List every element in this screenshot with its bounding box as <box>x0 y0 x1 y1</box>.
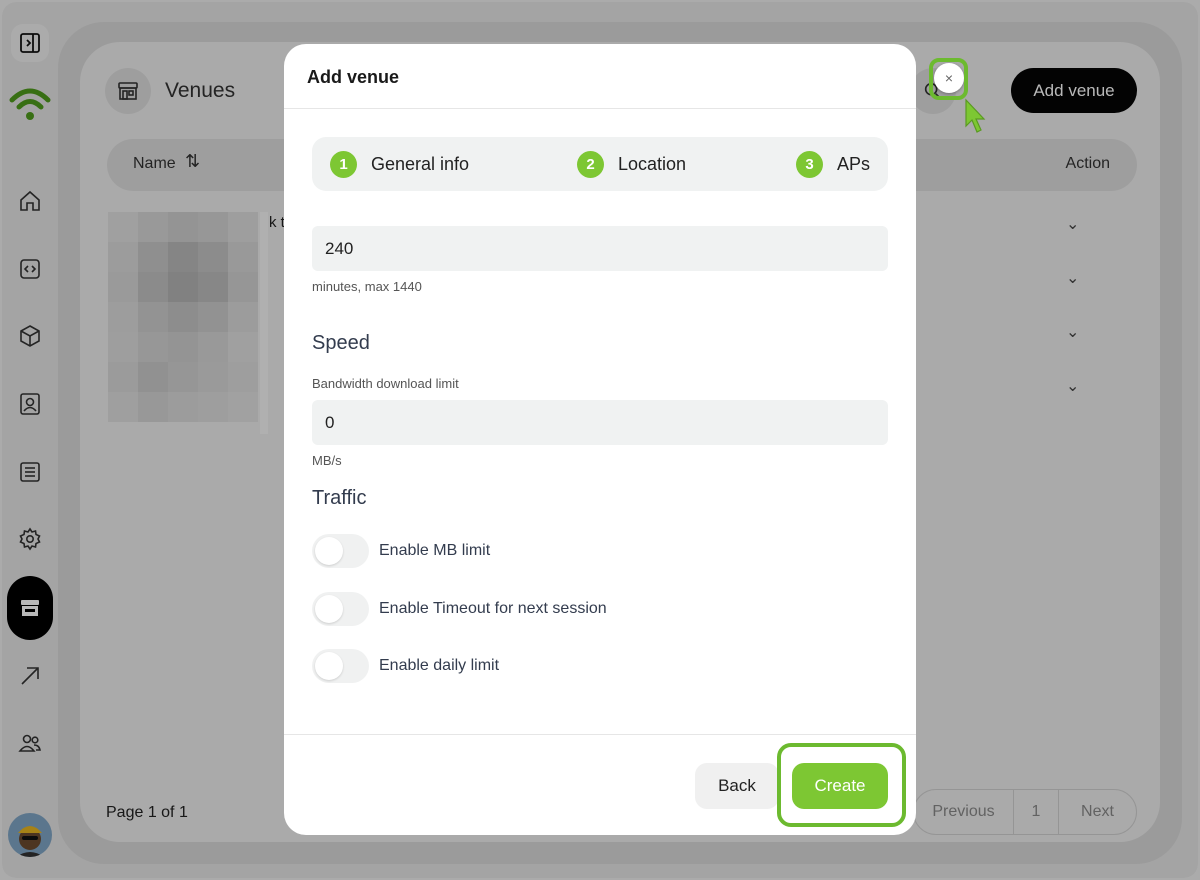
stepper: 1 General info 2 Location 3 APs <box>312 137 888 191</box>
step-number: 3 <box>796 151 823 178</box>
mb-limit-toggle[interactable] <box>312 534 369 568</box>
step-number: 2 <box>577 151 604 178</box>
step-number: 1 <box>330 151 357 178</box>
toggle-label: Enable MB limit <box>379 542 491 559</box>
mouse-cursor-icon <box>965 98 986 133</box>
timeout-input[interactable] <box>312 226 888 271</box>
step-label: Location <box>618 154 687 174</box>
step-label: General info <box>371 154 470 174</box>
toggle-label: Enable daily limit <box>379 657 500 674</box>
mb-limit-row: Enable MB limit <box>312 534 490 568</box>
traffic-heading: Traffic <box>312 487 367 509</box>
speed-heading: Speed <box>312 332 370 354</box>
daily-limit-toggle[interactable] <box>312 649 369 683</box>
modal-title: Add venue <box>307 67 400 87</box>
create-button-highlight <box>777 743 906 827</box>
timeout-next-session-toggle[interactable] <box>312 592 369 626</box>
step-label: APs <box>837 154 871 174</box>
add-venue-modal: Add venue 1 General info 2 Location 3 AP… <box>284 44 916 835</box>
timeout-hint: minutes, max 1440 <box>312 279 422 294</box>
toggle-label: Enable Timeout for next session <box>379 600 607 617</box>
daily-limit-row: Enable daily limit <box>312 649 499 683</box>
step-location[interactable]: 2 Location <box>577 151 686 178</box>
bandwidth-unit: MB/s <box>312 453 342 468</box>
close-button-highlight <box>929 58 968 100</box>
step-general-info[interactable]: 1 General info <box>330 151 469 178</box>
step-aps[interactable]: 3 APs <box>796 151 870 178</box>
bandwidth-input[interactable] <box>312 400 888 445</box>
modal-header: Add venue <box>284 44 916 109</box>
bandwidth-label: Bandwidth download limit <box>312 376 459 391</box>
back-button[interactable]: Back <box>695 763 779 809</box>
timeout-next-session-row: Enable Timeout for next session <box>312 592 607 626</box>
